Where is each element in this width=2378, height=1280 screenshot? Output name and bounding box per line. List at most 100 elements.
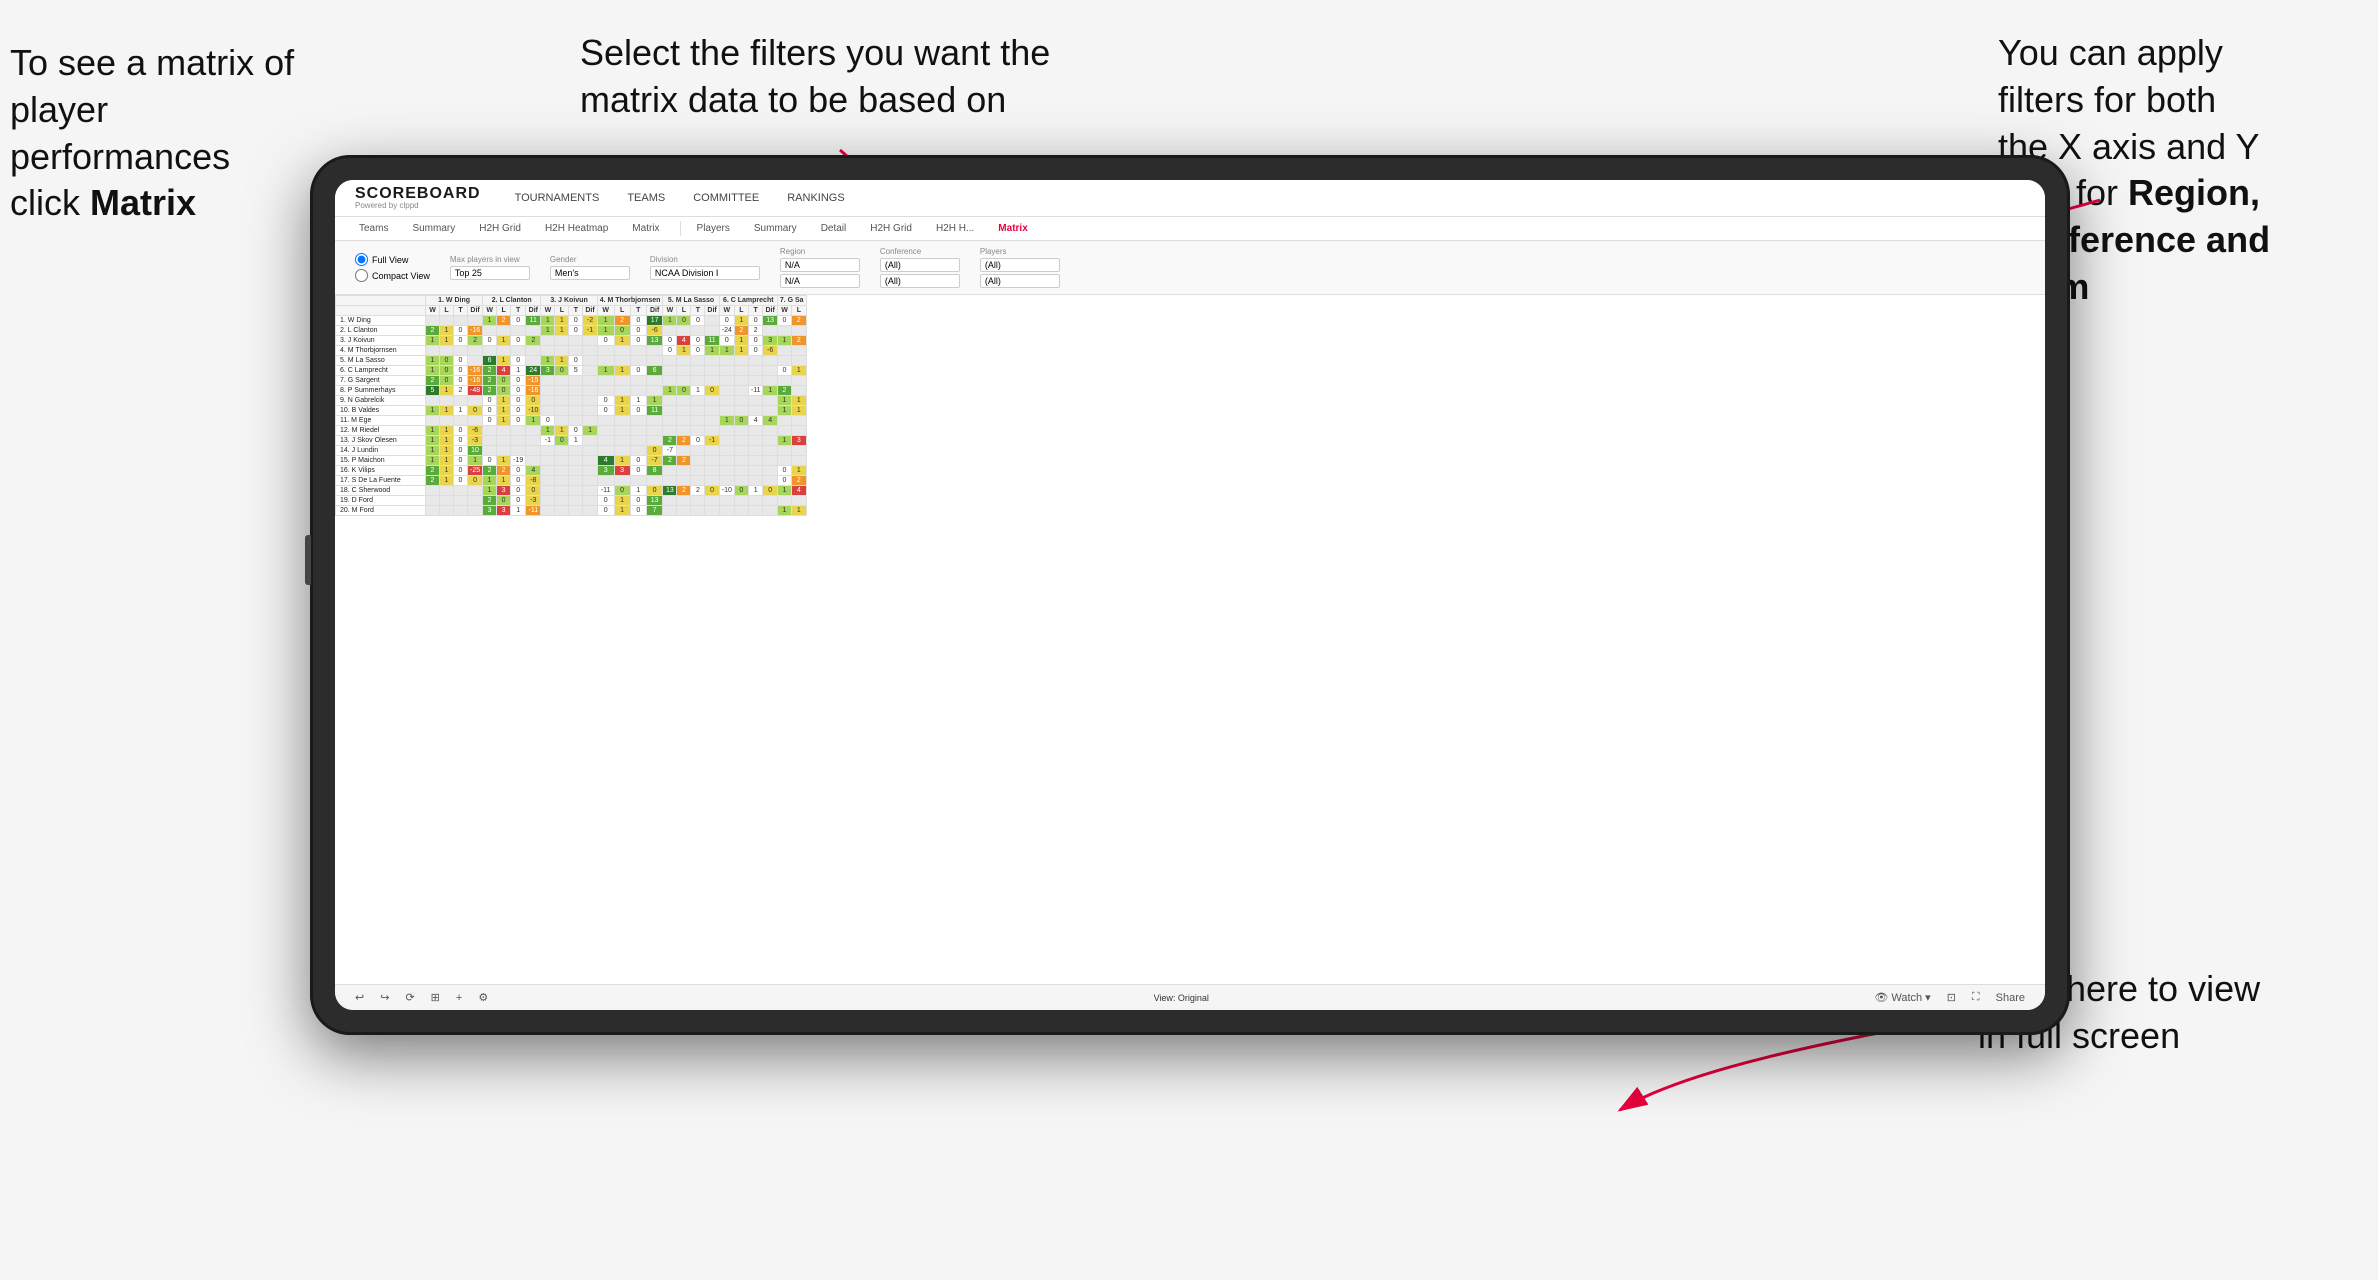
matrix-cell: 1 <box>777 406 791 416</box>
matrix-cell: 2 <box>663 436 677 446</box>
players-select2[interactable]: (All) <box>980 274 1060 288</box>
matrix-cell: 0 <box>597 336 614 346</box>
redo-button[interactable]: ↪ <box>376 989 393 1006</box>
layout-button[interactable]: ⊡ <box>1943 989 1960 1006</box>
subnav-teams[interactable]: Teams <box>355 221 392 236</box>
matrix-cell <box>569 376 583 386</box>
matrix-cell: 1 <box>583 426 597 436</box>
row-player-name: 14. J Lundin <box>336 446 426 456</box>
matrix-cell: 0 <box>597 396 614 406</box>
matrix-cell: 7 <box>646 506 663 516</box>
matrix-cell <box>555 446 569 456</box>
nav-committee[interactable]: COMMITTEE <box>689 190 763 206</box>
matrix-cell: -2 <box>583 316 597 326</box>
matrix-cell <box>748 446 763 456</box>
compact-view-option[interactable]: Compact View <box>355 269 430 282</box>
compact-view-radio[interactable] <box>355 269 368 282</box>
matrix-cell <box>777 326 791 336</box>
subnav-matrix-left[interactable]: Matrix <box>628 221 663 236</box>
matrix-cell <box>468 496 483 506</box>
matrix-cell: 0 <box>777 476 791 486</box>
subnav-h2h-grid2[interactable]: H2H Grid <box>866 221 916 236</box>
subnav-h2h-heatmap[interactable]: H2H Heatmap <box>541 221 612 236</box>
matrix-cell: 0 <box>511 356 526 366</box>
watch-button[interactable]: 👁 Watch ▾ <box>1870 989 1934 1006</box>
matrix-cell <box>748 406 763 416</box>
c5-l: L <box>677 306 691 316</box>
table-row: 8. P Summerhays512-48200-161010-1112 <box>336 386 807 396</box>
matrix-cell <box>734 406 748 416</box>
nav-tournaments[interactable]: TOURNAMENTS <box>511 190 604 206</box>
matrix-table-container[interactable]: 1. W Ding 2. L Clanton 3. J Koivun 4. M … <box>335 295 2045 984</box>
matrix-cell <box>569 346 583 356</box>
footer-left: ↩ ↪ ⟳ ⊞ + ⚙ <box>351 989 492 1006</box>
matrix-cell: 1 <box>597 316 614 326</box>
zoom-in-button[interactable]: + <box>452 990 466 1006</box>
subnav-summary2[interactable]: Summary <box>750 221 801 236</box>
matrix-cell <box>777 456 791 466</box>
matrix-cell <box>663 406 677 416</box>
players-select1[interactable]: (All) <box>980 258 1060 272</box>
matrix-cell: 0 <box>526 486 541 496</box>
matrix-cell: 0 <box>630 406 646 416</box>
subnav-h2h-grid[interactable]: H2H Grid <box>475 221 525 236</box>
region-select2[interactable]: N/A <box>780 274 860 288</box>
region-select1[interactable]: N/A <box>780 258 860 272</box>
matrix-cell: 0 <box>468 406 483 416</box>
matrix-cell <box>555 336 569 346</box>
subnav-h2h-h[interactable]: H2H H... <box>932 221 978 236</box>
matrix-cell <box>426 416 440 426</box>
matrix-cell: 1 <box>792 466 806 476</box>
refresh-button[interactable]: ⟳ <box>401 989 418 1006</box>
matrix-cell <box>777 416 791 426</box>
nav-teams[interactable]: TEAMS <box>623 190 669 206</box>
matrix-cell <box>705 496 719 506</box>
matrix-cell <box>483 446 497 456</box>
full-view-option[interactable]: Full View <box>355 253 430 266</box>
gender-select[interactable]: Men's <box>550 266 630 280</box>
matrix-cell <box>691 356 705 366</box>
matrix-cell: 0 <box>569 426 583 436</box>
matrix-cell: 1 <box>597 366 614 376</box>
matrix-cell: 1 <box>497 406 511 416</box>
undo-button[interactable]: ↩ <box>351 989 368 1006</box>
max-players-select[interactable]: Top 25 <box>450 266 530 280</box>
matrix-cell <box>614 446 630 456</box>
matrix-cell <box>497 346 511 356</box>
settings-button[interactable]: ⚙ <box>474 989 492 1006</box>
share-button[interactable]: Share <box>1992 990 2029 1006</box>
row-player-name: 13. J Skov Olesen <box>336 436 426 446</box>
matrix-cell: 0 <box>511 486 526 496</box>
c7-l: L <box>792 306 806 316</box>
division-select[interactable]: NCAA Division I <box>650 266 760 280</box>
subnav-matrix-active[interactable]: Matrix <box>994 221 1031 236</box>
matrix-cell <box>583 336 597 346</box>
matrix-cell <box>541 506 555 516</box>
matrix-cell <box>454 506 468 516</box>
matrix-cell: 2 <box>792 476 806 486</box>
matrix-cell: 2 <box>483 386 497 396</box>
matrix-cell: -48 <box>468 386 483 396</box>
matrix-cell <box>719 366 734 376</box>
matrix-cell: 2 <box>748 326 763 336</box>
subnav-summary[interactable]: Summary <box>408 221 459 236</box>
matrix-cell <box>426 316 440 326</box>
col-headers-sub: WLTDif WLTDif WLTDif WLTDif WLTDif WLTDi… <box>336 306 807 316</box>
subnav-players[interactable]: Players <box>680 221 734 236</box>
matrix-cell: 0 <box>454 476 468 486</box>
app-header: SCOREBOARD Powered by clppd TOURNAMENTS … <box>335 180 2045 217</box>
zoom-fit-button[interactable]: ⊞ <box>427 989 444 1006</box>
matrix-cell: 2 <box>483 376 497 386</box>
fullscreen-button[interactable]: ⛶ <box>1968 989 1984 1006</box>
conference-select2[interactable]: (All) <box>880 274 960 288</box>
matrix-cell: 1 <box>497 336 511 346</box>
subnav-detail[interactable]: Detail <box>817 221 851 236</box>
full-view-radio[interactable] <box>355 253 368 266</box>
nav-rankings[interactable]: RANKINGS <box>783 190 848 206</box>
conference-select1[interactable]: (All) <box>880 258 960 272</box>
annotation-line1: To see a matrix of <box>10 42 294 83</box>
matrix-cell <box>630 376 646 386</box>
matrix-cell <box>763 506 777 516</box>
matrix-cell <box>748 356 763 366</box>
matrix-cell <box>440 416 454 426</box>
